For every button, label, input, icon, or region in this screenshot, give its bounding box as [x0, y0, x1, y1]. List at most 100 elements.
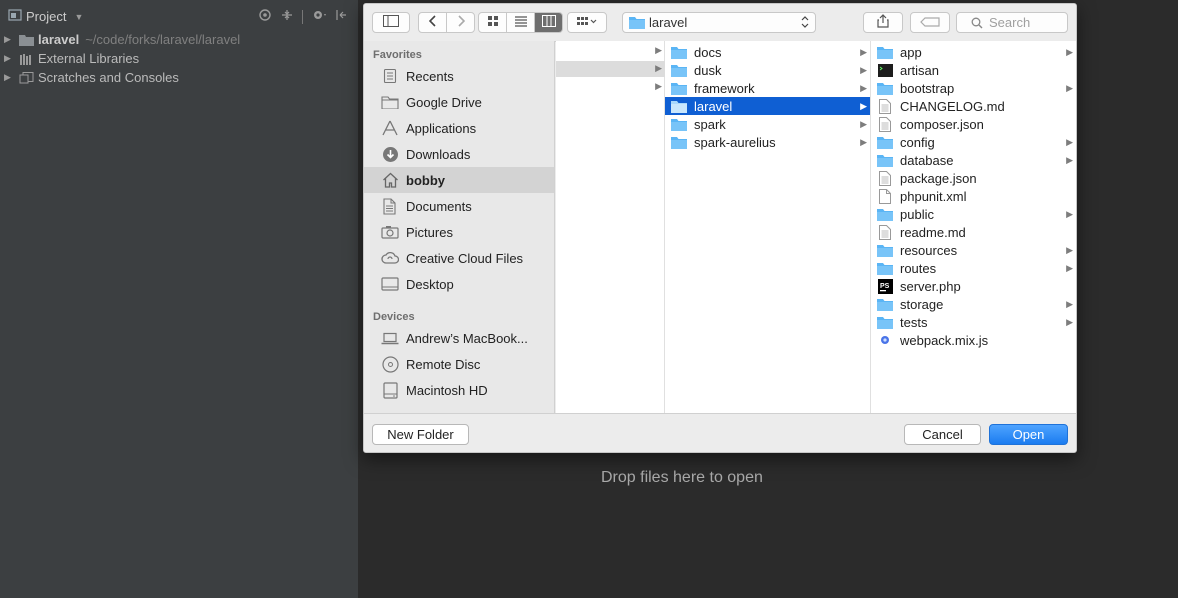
- cancel-button[interactable]: Cancel: [904, 424, 981, 445]
- file-row[interactable]: public ▶: [871, 205, 1076, 223]
- grid-icon: [487, 14, 499, 32]
- folder-icon: [670, 135, 688, 149]
- file-row[interactable]: app ▶: [871, 43, 1076, 61]
- project-panel-header: Project ▼: [0, 0, 358, 32]
- file-name: tests: [900, 314, 928, 330]
- sidebar-item-desktop[interactable]: Desktop: [364, 271, 554, 297]
- sidebar-item-label: Downloads: [406, 146, 471, 162]
- tree-item-scratches[interactable]: ▶ Scratches and Consoles: [0, 68, 358, 87]
- chevron-right-icon: ▶: [1066, 316, 1073, 327]
- chevron-right-icon: [457, 14, 465, 32]
- chevron-right-icon: ▶: [860, 136, 867, 147]
- column-1-selection[interactable]: [556, 61, 665, 77]
- folder-icon: [670, 117, 688, 131]
- sidebar-item-creative-cloud-files[interactable]: Creative Cloud Files: [364, 245, 554, 271]
- sidebar-device-1[interactable]: Andrew’s MacBook...: [364, 325, 554, 351]
- doc-icon: [876, 98, 894, 114]
- project-panel: Project ▼ ▶ laravel ~/code/forks/laravel…: [0, 0, 358, 598]
- file-name: bootstrap: [900, 80, 955, 96]
- file-row[interactable]: config ▶: [871, 133, 1076, 151]
- folder-icon: [670, 99, 688, 113]
- share-button[interactable]: [863, 12, 903, 33]
- file-row[interactable]: docs ▶: [665, 43, 870, 61]
- file-name: webpack.mix.js: [900, 332, 989, 348]
- column-1: ▶ ▶ ▶: [556, 41, 665, 413]
- toggle-sidebar-button[interactable]: [372, 12, 410, 33]
- tree-item-external-libraries[interactable]: ▶ External Libraries: [0, 49, 358, 68]
- chevron-right-icon: ▶: [1066, 262, 1073, 273]
- icon-view-button[interactable]: [479, 13, 507, 32]
- sidebar-item-downloads[interactable]: Downloads: [364, 141, 554, 167]
- folder-icon: [876, 153, 894, 167]
- forward-button[interactable]: [447, 13, 474, 32]
- file-row[interactable]: webpack.mix.js: [871, 331, 1076, 349]
- folder-icon: [876, 207, 894, 221]
- hide-panel-icon[interactable]: [335, 8, 347, 25]
- collapse-all-icon[interactable]: [280, 8, 294, 25]
- sidebar-item-documents[interactable]: Documents: [364, 193, 554, 219]
- chevron-right-icon: ▶: [1066, 154, 1073, 165]
- file-row[interactable]: database ▶: [871, 151, 1076, 169]
- sidebar-item-recents[interactable]: Recents: [364, 63, 554, 89]
- file-row[interactable]: spark-aurelius ▶: [665, 133, 870, 151]
- devices-heading: Devices: [373, 311, 415, 323]
- project-view-selector[interactable]: Project ▼: [8, 9, 83, 24]
- sidebar-item-google-drive[interactable]: Google Drive: [364, 89, 554, 115]
- file-row[interactable]: tests ▶: [871, 313, 1076, 331]
- file-row[interactable]: routes ▶: [871, 259, 1076, 277]
- tags-button[interactable]: [910, 12, 950, 33]
- project-panel-tools: [258, 8, 347, 25]
- chevron-right-icon: ▶: [655, 81, 662, 91]
- file-row[interactable]: PS server.php: [871, 277, 1076, 295]
- file-row[interactable]: framework ▶: [665, 79, 870, 97]
- file-row[interactable]: spark ▶: [665, 115, 870, 133]
- sidebar-device-2[interactable]: Remote Disc: [364, 351, 554, 377]
- file-row[interactable]: laravel ▶: [665, 97, 870, 115]
- file-name: artisan: [900, 62, 940, 78]
- chevron-left-icon: [428, 14, 437, 32]
- file-name: docs: [694, 44, 722, 60]
- file-name: app: [900, 44, 922, 60]
- file-row[interactable]: CHANGELOG.md: [871, 97, 1076, 115]
- chevron-right-icon: ▶: [1066, 244, 1073, 255]
- expand-arrow-icon[interactable]: ▶: [4, 34, 14, 45]
- new-folder-button[interactable]: New Folder: [372, 424, 469, 445]
- open-button[interactable]: Open: [989, 424, 1068, 445]
- file-row[interactable]: dusk ▶: [665, 61, 870, 79]
- locate-icon[interactable]: [258, 8, 272, 25]
- tree-item-path: ~/code/forks/laravel/laravel: [85, 32, 241, 47]
- sidebar-item-bobby[interactable]: bobby: [364, 167, 554, 193]
- arrange-menu-button[interactable]: [567, 12, 607, 33]
- file-row[interactable]: readme.md: [871, 223, 1076, 241]
- list-view-button[interactable]: [507, 13, 535, 32]
- sidebar-device-3[interactable]: Macintosh HD: [364, 377, 554, 403]
- sidebar-item-label: Desktop: [406, 276, 454, 292]
- file-row[interactable]: package.json: [871, 169, 1076, 187]
- scratches-icon: [18, 71, 34, 85]
- back-button[interactable]: [419, 13, 447, 32]
- folder-icon: [670, 63, 688, 77]
- folder-icon: [876, 261, 894, 275]
- file-row[interactable]: phpunit.xml: [871, 187, 1076, 205]
- search-field[interactable]: Search: [956, 12, 1068, 33]
- expand-arrow-icon[interactable]: ▶: [4, 72, 14, 83]
- column-3: app ▶ artisan bootstrap ▶ CHANGELOG.md compose…: [871, 41, 1076, 413]
- sidebar-item-applications[interactable]: Applications: [364, 115, 554, 141]
- tree-item-laravel[interactable]: ▶ laravel ~/code/forks/laravel/laravel: [0, 30, 358, 49]
- location-popup[interactable]: laravel: [622, 12, 816, 33]
- file-name: database: [900, 152, 954, 168]
- file-row[interactable]: composer.json: [871, 115, 1076, 133]
- sidebar-item-label: Creative Cloud Files: [406, 250, 524, 266]
- camera-icon: [381, 224, 399, 240]
- sidebar-item-pictures[interactable]: Pictures: [364, 219, 554, 245]
- file-row[interactable]: bootstrap ▶: [871, 79, 1076, 97]
- column-view-button[interactable]: [535, 13, 562, 32]
- chevron-right-icon: ▶: [1066, 208, 1073, 219]
- file-row[interactable]: resources ▶: [871, 241, 1076, 259]
- file-row[interactable]: artisan: [871, 61, 1076, 79]
- blank-icon: [876, 188, 894, 204]
- expand-arrow-icon[interactable]: ▶: [4, 53, 14, 64]
- sidebar-item-label: bobby: [406, 172, 445, 188]
- gear-icon[interactable]: [311, 8, 327, 25]
- file-row[interactable]: storage ▶: [871, 295, 1076, 313]
